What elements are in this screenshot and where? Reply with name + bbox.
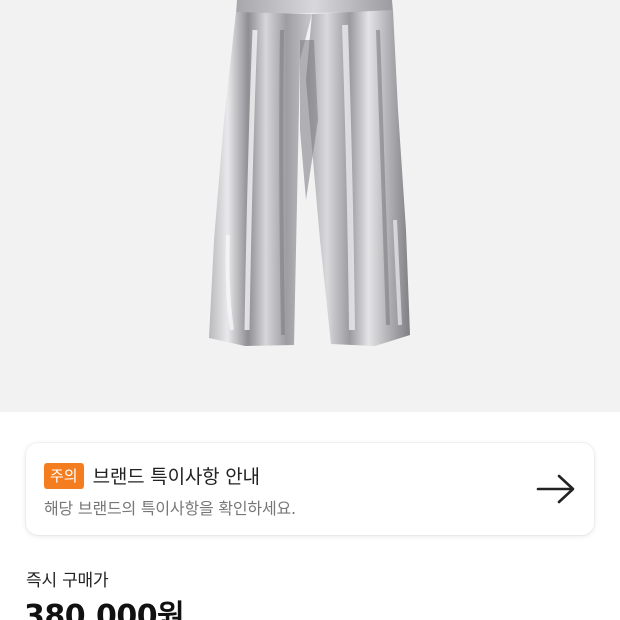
notice-subtitle: 해당 브랜드의 특이사항을 확인하세요.	[44, 499, 296, 518]
notice-badge: 주의	[44, 462, 84, 489]
notice-header: 주의 브랜드 특이사항 안내	[44, 462, 260, 489]
price-label: 즉시 구매가	[26, 571, 109, 591]
arrow-right-icon[interactable]	[536, 473, 576, 505]
product-detail-page: 주의 브랜드 특이사항 안내 해당 브랜드의 특이사항을 확인하세요. 즉시 구…	[0, 0, 620, 620]
notice-title: 브랜드 특이사항 안내	[92, 466, 260, 488]
brand-notice-card[interactable]: 주의 브랜드 특이사항 안내 해당 브랜드의 특이사항을 확인하세요.	[26, 443, 594, 535]
pants-illustration	[209, 0, 410, 346]
price-value: 380,000원	[24, 599, 185, 620]
product-image[interactable]	[0, 0, 620, 412]
